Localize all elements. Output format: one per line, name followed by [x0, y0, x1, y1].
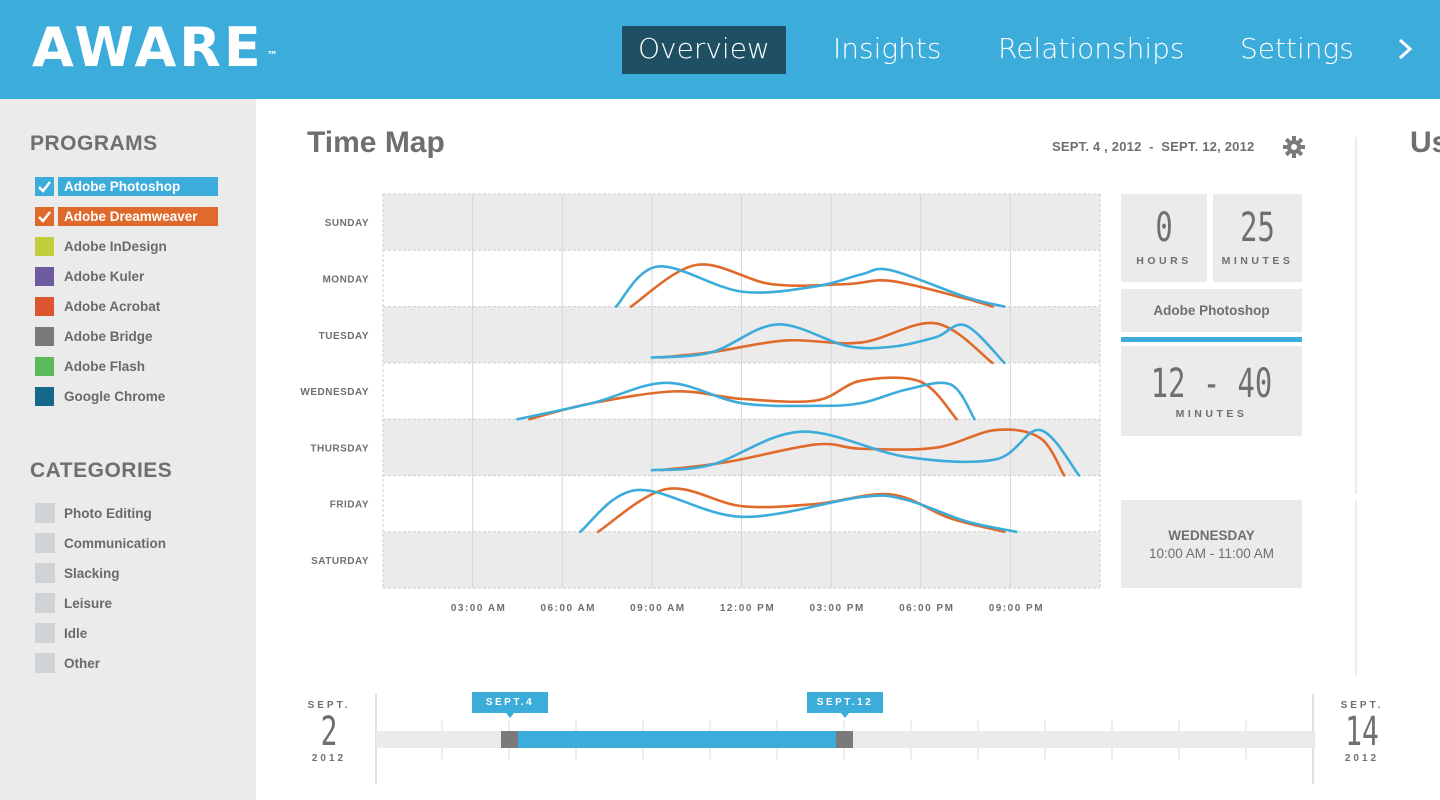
program-color-swatch[interactable] — [35, 266, 54, 286]
day-label: WEDNESDAY — [300, 387, 369, 398]
panel-divider — [1355, 137, 1357, 494]
next-panel-title: Us — [1410, 126, 1440, 159]
hour-tick-label: 12:00 PM — [720, 603, 775, 614]
sidebar — [0, 99, 256, 800]
program-label: Adobe Photoshop — [58, 176, 218, 196]
range-label: MINUTES — [1175, 408, 1248, 420]
category-checkbox[interactable] — [35, 503, 55, 523]
program-label: Adobe Acrobat — [64, 298, 161, 314]
program-label: Adobe Bridge — [64, 328, 153, 344]
nav-overview[interactable]: Overview — [622, 26, 786, 74]
category-item[interactable]: Photo Editing — [35, 503, 152, 523]
checkbox-checked-icon[interactable] — [35, 206, 54, 226]
minutes-stat: 25 MINUTES — [1213, 194, 1302, 282]
hour-tick-label: 09:00 PM — [989, 603, 1044, 614]
hour-tick-label: 09:00 AM — [630, 603, 686, 614]
day-label: THURSDAY — [310, 443, 369, 454]
panel-divider-lower — [1355, 500, 1357, 675]
hours-label: HOURS — [1136, 255, 1192, 267]
program-item[interactable]: Adobe Kuler — [35, 266, 148, 286]
nav-insights[interactable]: Insights — [833, 26, 942, 74]
app-logo[interactable]: AWARE ™ — [32, 18, 278, 78]
timeline-to-flag[interactable]: SEPT.12 — [807, 692, 883, 718]
hours-stat: 0 HOURS — [1121, 194, 1207, 282]
category-item[interactable]: Communication — [35, 533, 166, 553]
category-label: Photo Editing — [64, 505, 152, 521]
program-label: Adobe Flash — [64, 358, 146, 374]
chevron-right-icon[interactable] — [1394, 38, 1416, 60]
range-stat: 12 - 40 MINUTES — [1121, 346, 1302, 436]
category-label: Idle — [64, 625, 88, 641]
date-range[interactable]: SEPT. 4 , 2012 - SEPT. 12, 2012 — [1052, 139, 1254, 154]
program-color-swatch[interactable] — [35, 236, 54, 256]
day-label: FRIDAY — [330, 500, 369, 511]
gear-icon[interactable] — [1282, 135, 1306, 159]
program-color-swatch[interactable] — [35, 386, 54, 406]
program-item[interactable]: Adobe Bridge — [35, 326, 157, 346]
category-item[interactable]: Other — [35, 653, 100, 673]
category-checkbox[interactable] — [35, 533, 55, 553]
hour-tick-label: 03:00 PM — [809, 603, 864, 614]
program-item[interactable]: Adobe InDesign — [35, 236, 171, 256]
start-day: 2 — [320, 709, 338, 755]
detail-time: 10:00 AM - 11:00 AM — [1148, 546, 1275, 561]
timeline-from-flag[interactable]: SEPT.4 — [472, 692, 548, 718]
day-label: TUESDAY — [319, 331, 369, 342]
hour-tick-label: 06:00 AM — [540, 603, 596, 614]
minutes-label: MINUTES — [1221, 255, 1294, 267]
timeline-selection[interactable] — [518, 731, 836, 748]
timeline-handle-end[interactable] — [836, 731, 853, 748]
program-color-bar — [1121, 337, 1302, 342]
timeline-handle-start[interactable] — [501, 731, 518, 748]
day-label: SUNDAY — [325, 218, 369, 229]
program-item[interactable]: Adobe Dreamweaver — [35, 206, 218, 226]
program-item[interactable]: Adobe Flash — [35, 356, 149, 376]
hours-value: 0 — [1155, 205, 1173, 251]
category-checkbox[interactable] — [35, 563, 55, 583]
hour-tick-label: 03:00 AM — [451, 603, 507, 614]
minutes-value: 25 — [1240, 205, 1275, 251]
category-label: Communication — [64, 535, 167, 551]
category-checkbox[interactable] — [35, 623, 55, 643]
day-label: SATURDAY — [311, 556, 369, 567]
time-map-chart[interactable]: SUNDAY MONDAY TUESDAY WEDNESDAY THURSDAY FRID… — [290, 190, 1110, 620]
program-item[interactable]: Adobe Acrobat — [35, 296, 164, 316]
program-color-swatch[interactable] — [35, 326, 54, 346]
program-label: Google Chrome — [64, 388, 166, 404]
program-item[interactable]: Adobe Photoshop — [35, 176, 218, 196]
program-label: Adobe Kuler — [64, 268, 145, 284]
nav-relationships[interactable]: Relationships — [998, 26, 1184, 74]
program-item[interactable]: Google Chrome — [35, 386, 169, 406]
category-item[interactable]: Leisure — [35, 593, 112, 613]
selected-program: Adobe Photoshop — [1121, 289, 1302, 332]
page-title: Time Map — [307, 126, 445, 159]
category-item[interactable]: Slacking — [35, 563, 120, 583]
end-day: 14 — [1345, 709, 1379, 755]
hover-detail: WEDNESDAY 10:00 AM - 11:00 AM — [1121, 500, 1302, 588]
category-label: Other — [64, 655, 101, 671]
nav-settings[interactable]: Settings — [1240, 26, 1354, 74]
program-color-swatch[interactable] — [35, 296, 54, 316]
app-header: AWARE ™ Overview Insights Relationships S… — [0, 0, 1440, 99]
detail-day: WEDNESDAY — [1168, 528, 1255, 543]
trademark-symbol: ™ — [266, 49, 278, 62]
category-checkbox[interactable] — [35, 593, 55, 613]
program-label: Adobe InDesign — [64, 238, 167, 254]
day-label: MONDAY — [322, 274, 369, 285]
programs-heading: PROGRAMS — [30, 132, 158, 155]
timeline-start-date: SEPT. 2 2012 — [304, 700, 354, 764]
timeline-end-date: SEPT. 14 2012 — [1337, 700, 1387, 764]
category-label: Leisure — [64, 595, 113, 611]
categories-heading: CATEGORIES — [30, 459, 173, 482]
category-checkbox[interactable] — [35, 653, 55, 673]
program-label: Adobe Dreamweaver — [58, 206, 218, 226]
category-label: Slacking — [64, 565, 120, 581]
hour-tick-label: 06:00 PM — [899, 603, 954, 614]
program-color-swatch[interactable] — [35, 356, 54, 376]
checkbox-checked-icon[interactable] — [35, 176, 54, 196]
range-value: 12 - 40 — [1150, 361, 1273, 407]
category-item[interactable]: Idle — [35, 623, 87, 643]
